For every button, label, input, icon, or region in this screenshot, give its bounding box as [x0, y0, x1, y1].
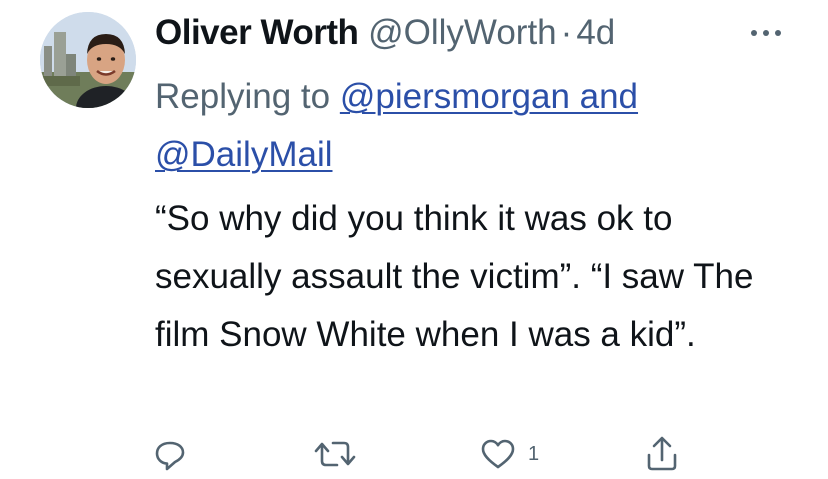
tweet-header: Oliver Worth @OllyWorth · 4d: [155, 10, 738, 56]
action-bar: 1: [150, 432, 690, 476]
replying-prefix: Replying to: [155, 77, 331, 116]
reply-button[interactable]: [150, 432, 200, 476]
mention-link-dailymail[interactable]: @DailyMail: [155, 135, 333, 174]
tweet[interactable]: Oliver Worth @OllyWorth · 4d Replying to @…: [0, 0, 828, 479]
avatar[interactable]: [40, 12, 136, 108]
heart-icon: [481, 439, 515, 469]
like-button[interactable]: 1: [478, 432, 539, 476]
tweet-text: “So why did you think it was ok to sexua…: [155, 199, 754, 354]
share-button[interactable]: [642, 432, 692, 476]
author-name[interactable]: Oliver Worth: [155, 13, 359, 52]
timestamp[interactable]: 4d: [576, 13, 615, 52]
more-options-button[interactable]: [746, 18, 786, 48]
more-horizontal-icon: [751, 30, 781, 36]
retweet-icon: [314, 441, 356, 467]
retweet-button[interactable]: [313, 432, 367, 476]
mention-link-piersmorgan[interactable]: @piersmorgan and: [340, 77, 638, 116]
author-handle[interactable]: @OllyWorth: [368, 13, 557, 52]
replying-to: Replying to @piersmorgan and @DailyMail: [155, 68, 795, 184]
separator-dot: ·: [560, 13, 573, 52]
share-icon: [647, 436, 677, 471]
like-count: 1: [528, 442, 540, 465]
avatar-photo: [40, 12, 136, 108]
reply-icon: [155, 441, 185, 471]
